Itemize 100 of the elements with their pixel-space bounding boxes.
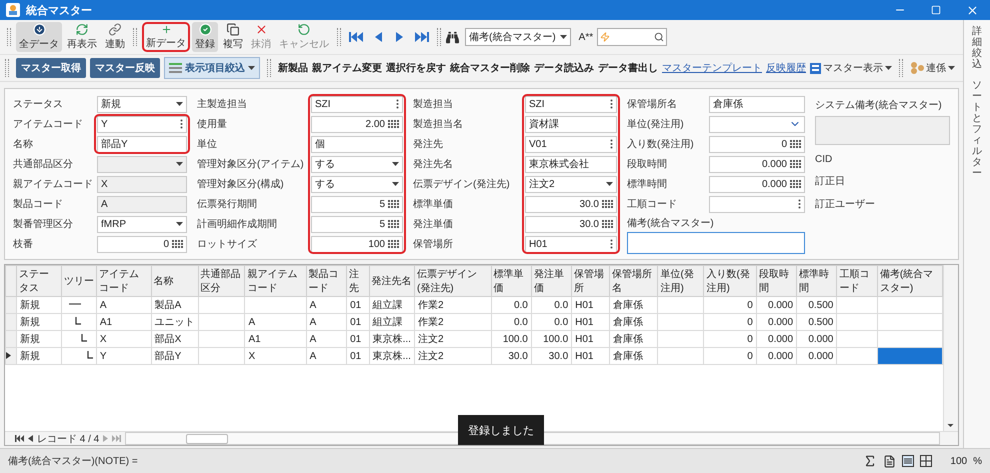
number-field[interactable]: 30.0 [525,216,617,232]
number-field[interactable]: 2.00 [311,116,403,132]
calculator-icon[interactable] [388,240,399,248]
toolbar-button[interactable]: 連動 [102,22,128,52]
column-header[interactable]: 備考(統合マスター) [877,266,942,296]
command-button[interactable]: データ読込み [534,61,594,75]
column-header[interactable]: 注先 [346,266,370,296]
calculator-icon[interactable] [388,200,399,208]
calculator-icon[interactable] [790,180,801,188]
column-header[interactable]: 名称 [151,266,198,296]
master-button[interactable]: マスター取得 [16,58,86,78]
column-header[interactable]: 保管場所名 [610,266,658,296]
command-button[interactable]: 新製品 [278,61,308,75]
toolbar-button[interactable]: 複写 [220,22,246,52]
menu-button[interactable]: マスター表示 [810,61,892,75]
input-field[interactable]: 資材課 [525,116,617,132]
number-field[interactable]: 0.000 [709,156,805,172]
number-field[interactable]: 0 [97,236,187,252]
column-header[interactable]: 単位(発注用) [658,266,704,296]
number-field[interactable]: 5 [311,216,403,232]
number-field[interactable]: 5 [311,196,403,212]
number-field[interactable]: 100 [311,236,403,252]
picker-field[interactable]: SZI [311,96,403,112]
previous-icon[interactable] [28,435,33,442]
column-header[interactable]: 親アイテムコード [244,266,306,296]
command-button[interactable]: 選択行を戻す [386,61,446,75]
master-button[interactable]: マスター反映 [90,58,160,78]
column-header[interactable]: 発注単価 [531,266,572,296]
input-field[interactable]: 個 [311,136,403,152]
filter-dropdown[interactable]: 表示項目絞込 [164,57,260,79]
column-header[interactable]: 製品コード [306,266,347,296]
rows-icon[interactable] [902,455,914,467]
select-field[interactable]: 新規 [97,96,187,112]
column-header[interactable]: 標準時間 [796,266,837,296]
toolbar-button[interactable]: 全データ [16,22,62,52]
select-field[interactable]: 注文2 [525,176,617,192]
number-field[interactable]: 30.0 [525,196,617,212]
picker-field[interactable]: H01 [525,236,617,252]
grid-icon[interactable] [920,455,932,467]
link[interactable]: マスターテンプレート [662,61,762,75]
search-column-select[interactable]: 備考(統合マスター) [465,28,571,46]
calculator-icon[interactable] [790,140,801,148]
side-tab[interactable]: ソートとフィルター [972,80,982,179]
toolbar-button[interactable]: 新データ [142,22,190,52]
calculator-icon[interactable] [602,200,613,208]
more-icon[interactable] [396,99,399,109]
select-field[interactable]: する [311,156,403,172]
calculator-icon[interactable] [388,120,399,128]
more-icon[interactable] [610,139,613,149]
column-header[interactable]: 保管場所 [572,266,610,296]
command-button[interactable]: データ書出し [598,61,658,75]
menu-button[interactable]: 連係 [910,61,955,75]
column-header[interactable]: 標準単価 [491,266,532,296]
dropdown-field[interactable] [709,116,805,132]
picker-field[interactable] [709,196,805,212]
picker-field[interactable]: SZI [525,96,617,112]
picker-field[interactable]: Y [97,116,187,132]
input-field[interactable]: 倉庫係 [709,96,805,112]
input-field[interactable]: 部品Y [97,136,187,152]
picker-field[interactable]: V01 [525,136,617,152]
select-field[interactable]: fMRP [97,216,187,232]
link[interactable]: 反映履歴 [766,61,806,75]
binoculars-icon[interactable] [446,30,459,44]
calculator-icon[interactable] [602,220,613,228]
number-field[interactable]: 0 [709,136,805,152]
toolbar-button[interactable]: 登録 [192,22,218,52]
column-header[interactable]: 入り数(発注用) [704,266,756,296]
first-record-icon[interactable] [15,435,24,442]
side-tab[interactable]: 詳細絞込 [972,26,982,70]
column-header[interactable]: 段取時間 [756,266,797,296]
first-record-icon[interactable] [349,31,363,43]
input-field[interactable]: 東京株式会社 [525,156,617,172]
number-field[interactable]: 0.000 [709,176,805,192]
vertical-scrollbar[interactable] [943,265,958,431]
calculator-icon[interactable] [388,220,399,228]
toolbar-button[interactable]: 再表示 [64,22,100,52]
column-header[interactable]: ツリー [61,266,96,296]
column-header[interactable]: 伝票デザイン(発注先) [414,266,492,296]
scroll-thumb[interactable] [186,434,228,444]
more-icon[interactable] [798,199,801,209]
more-icon[interactable] [180,119,183,129]
row-selector[interactable] [6,348,16,364]
calculator-icon[interactable] [790,160,801,168]
select-field[interactable] [97,156,187,172]
search-field[interactable] [597,28,668,46]
select-field[interactable]: する [311,176,403,192]
column-header[interactable]: 発注先名 [369,266,414,296]
column-header[interactable]: 共通部品区分 [198,266,245,296]
column-header[interactable]: 工順コード [836,266,878,296]
note-field[interactable] [627,232,805,254]
command-button[interactable]: 親アイテム変更 [312,61,382,75]
column-header[interactable]: アイテムコード [96,266,152,296]
command-button[interactable]: 統合マスター削除 [450,61,530,75]
last-record-icon[interactable] [415,31,429,43]
calculator-icon[interactable] [172,240,183,248]
more-icon[interactable] [610,239,613,249]
font-size-label[interactable]: A** [578,32,594,42]
document-icon[interactable] [883,454,896,468]
search-icon[interactable] [654,32,664,42]
column-header[interactable]: ステータス [16,266,62,296]
